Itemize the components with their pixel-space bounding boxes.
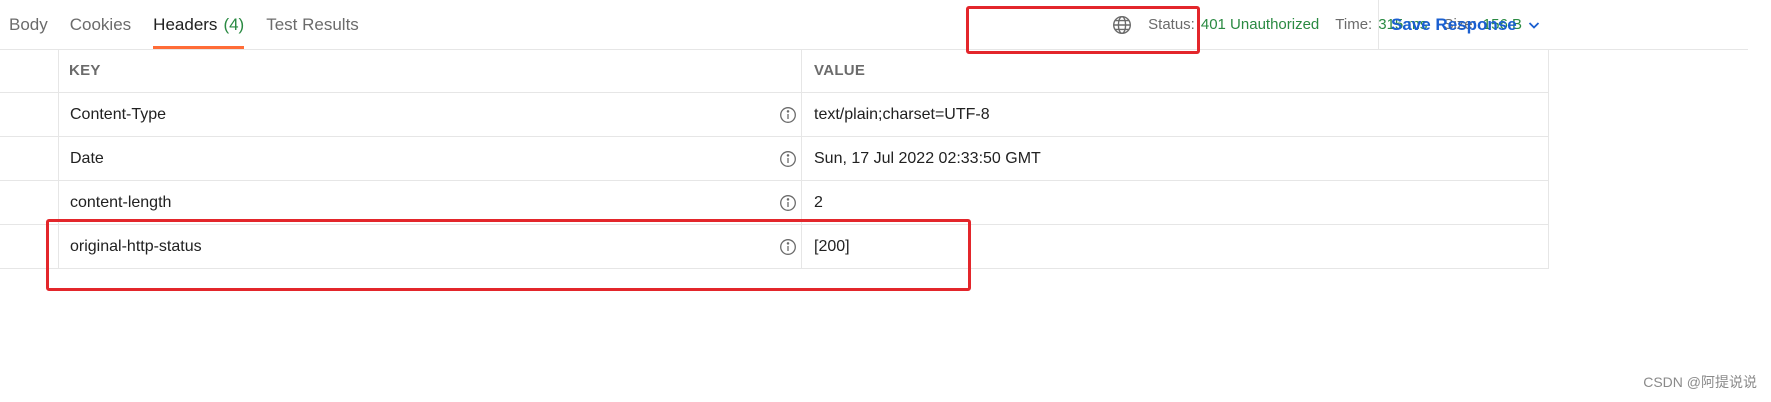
info-icon[interactable] — [779, 238, 797, 256]
header-key-cell[interactable]: Date — [59, 137, 802, 180]
header-key: content-length — [70, 193, 172, 211]
response-panel: Body Cookies Headers (4) Test Results St… — [0, 0, 1771, 402]
header-value: text/plain;charset=UTF-8 — [814, 105, 990, 123]
row-gutter — [0, 93, 59, 136]
status-label: Status: — [1148, 16, 1195, 33]
header-key: Date — [70, 149, 104, 167]
row-gutter — [0, 225, 59, 268]
column-header-key: KEY — [59, 49, 802, 92]
header-key-cell[interactable]: content-length — [59, 181, 802, 224]
table-row: Content-Type text/plain;charset=UTF-8 — [0, 93, 1548, 137]
header-value-cell[interactable]: 2 — [802, 181, 1548, 224]
tab-headers[interactable]: Headers (4) — [142, 0, 255, 49]
tab-label: Cookies — [69, 14, 132, 34]
header-value-cell[interactable]: text/plain;charset=UTF-8 — [802, 93, 1548, 136]
row-gutter — [0, 49, 59, 92]
header-key: Content-Type — [70, 105, 167, 123]
table-row: content-length 2 — [0, 181, 1548, 225]
table-header-row: KEY VALUE — [0, 49, 1548, 93]
table-row: Date Sun, 17 Jul 2022 02:33:50 GMT — [0, 137, 1548, 181]
response-toolbar: Body Cookies Headers (4) Test Results St… — [0, 0, 1748, 50]
info-icon[interactable] — [779, 106, 797, 124]
row-gutter — [0, 181, 59, 224]
info-icon[interactable] — [779, 150, 797, 168]
header-key: original-http-status — [70, 237, 202, 255]
row-gutter — [0, 137, 59, 180]
chevron-down-icon — [1528, 21, 1539, 29]
header-value: 2 — [814, 193, 823, 211]
time-label: Time: — [1335, 16, 1373, 33]
header-value: [200] — [814, 237, 850, 255]
tab-body[interactable]: Body — [0, 0, 59, 49]
headers-table: KEY VALUE Content-Type text/plain;charse… — [0, 49, 1548, 269]
watermark: CSDN @阿提说说 — [1643, 374, 1757, 390]
tab-label: Headers — [153, 14, 218, 34]
tab-count-badge: (4) — [223, 14, 245, 34]
status-readout[interactable]: Status: 401 Unauthorized — [1148, 16, 1319, 33]
tab-test-results[interactable]: Test Results — [255, 0, 370, 49]
header-value-cell[interactable]: Sun, 17 Jul 2022 02:33:50 GMT — [802, 137, 1548, 180]
status-value: 401 Unauthorized — [1200, 16, 1320, 33]
tab-label: Test Results — [266, 14, 359, 34]
header-value: Sun, 17 Jul 2022 02:33:50 GMT — [814, 149, 1041, 167]
tab-cookies[interactable]: Cookies — [59, 0, 142, 49]
column-header-value: VALUE — [814, 62, 866, 79]
header-key-cell[interactable]: Content-Type — [59, 93, 802, 136]
save-response-button[interactable]: Save Response — [1378, 0, 1541, 49]
response-tabs: Body Cookies Headers (4) Test Results — [0, 0, 370, 49]
info-icon[interactable] — [779, 194, 797, 212]
header-key-cell[interactable]: original-http-status — [59, 225, 802, 268]
globe-icon[interactable] — [1112, 15, 1132, 35]
tab-label: Body — [9, 14, 48, 34]
save-response-label: Save Response — [1391, 14, 1517, 34]
header-value-cell[interactable]: [200] — [802, 225, 1548, 268]
table-row: original-http-status [200] — [0, 225, 1548, 269]
table-right-border — [1548, 49, 1549, 269]
